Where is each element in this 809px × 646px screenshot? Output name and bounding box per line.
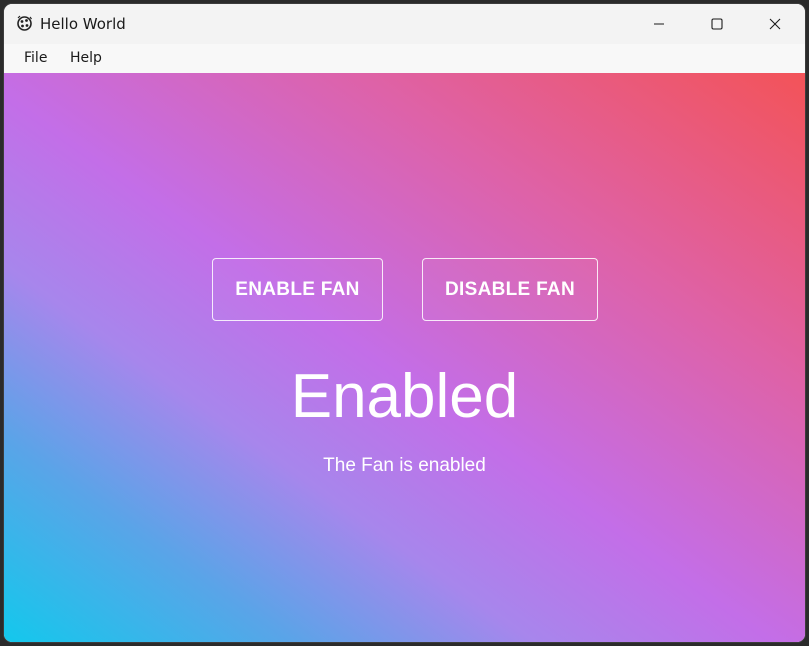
- status-message: The Fan is enabled: [323, 455, 486, 476]
- app-icon: [16, 15, 33, 32]
- enable-fan-button[interactable]: ENABLE FAN: [212, 258, 383, 321]
- maximize-icon: [711, 18, 723, 30]
- close-icon: [769, 18, 781, 30]
- maximize-button[interactable]: [688, 4, 746, 44]
- minimize-button[interactable]: [630, 4, 688, 44]
- disable-fan-button[interactable]: DISABLE FAN: [422, 258, 598, 321]
- app-window: Hello World File Help ENABLE FAN DISABLE…: [4, 4, 805, 642]
- window-title: Hello World: [40, 15, 126, 33]
- main-content: ENABLE FAN DISABLE FAN Enabled The Fan i…: [4, 73, 805, 642]
- close-button[interactable]: [746, 4, 804, 44]
- menu-bar: File Help: [4, 44, 805, 73]
- title-bar[interactable]: Hello World: [4, 4, 805, 44]
- minimize-icon: [654, 23, 664, 25]
- menu-help[interactable]: Help: [70, 50, 102, 66]
- status-heading: Enabled: [290, 362, 519, 431]
- menu-file[interactable]: File: [24, 50, 47, 66]
